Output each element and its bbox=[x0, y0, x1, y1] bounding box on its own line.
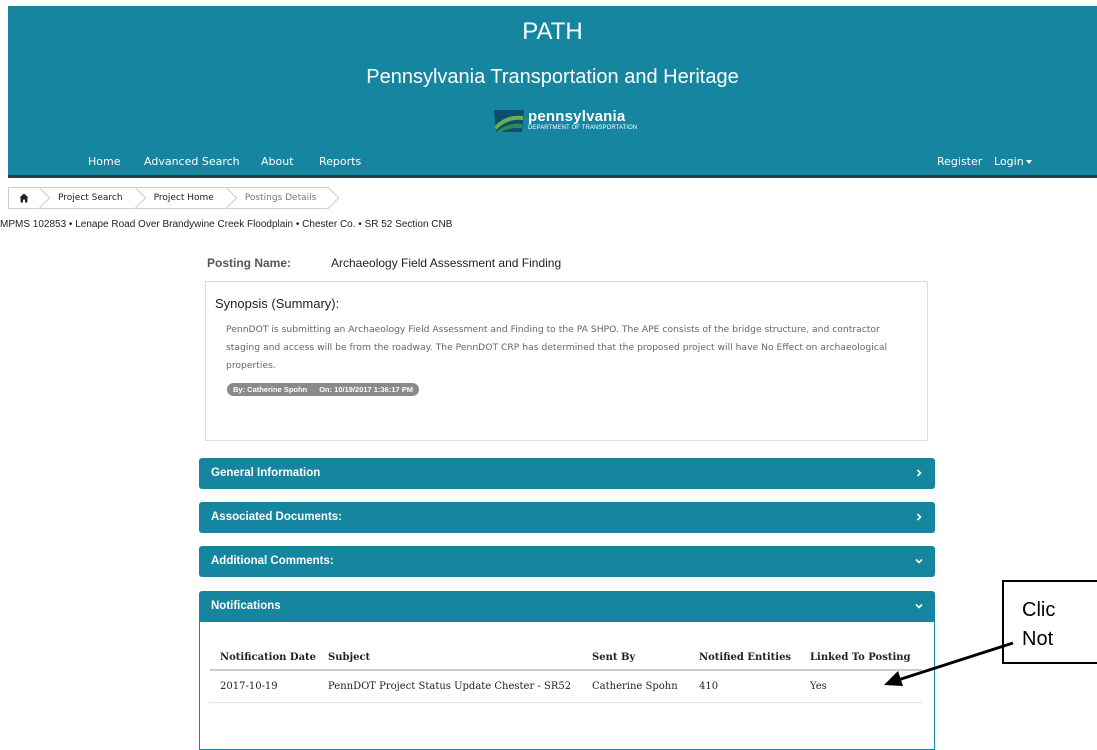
synopsis-text: PennDOT is submitting an Archaeology Fie… bbox=[226, 324, 888, 371]
chevron-down-icon bbox=[915, 558, 923, 564]
table-cell: 2017-10-19 bbox=[210, 670, 318, 703]
nav-about[interactable]: About bbox=[261, 155, 294, 168]
panel-notifications[interactable]: Notifications bbox=[199, 591, 935, 622]
breadcrumb-postings-details: Postings Details bbox=[225, 187, 329, 209]
synopsis-author-badge: By: Catherine Spohn On: 10/19/2017 1:36:… bbox=[227, 383, 419, 396]
table-cell: 410 bbox=[689, 670, 800, 703]
panel-general-information[interactable]: General Information bbox=[199, 458, 935, 489]
synopsis-card: Synopsis (Summary): PennDOT is submittin… bbox=[205, 281, 928, 441]
chevron-down-icon bbox=[915, 603, 923, 609]
notifications-table: Notification Date Subject Sent By Notifi… bbox=[210, 646, 922, 703]
callout-line-2: Not bbox=[1022, 628, 1054, 650]
main-navbar: Home Advanced Search About Reports Regis… bbox=[8, 146, 1097, 178]
breadcrumb: Project Search Project Home Postings Det… bbox=[8, 187, 329, 209]
breadcrumb-project-search[interactable]: Project Search bbox=[39, 187, 135, 209]
nav-register[interactable]: Register bbox=[937, 155, 982, 168]
site-subtitle: Pennsylvania Transportation and Heritage bbox=[366, 66, 739, 88]
nav-advanced-search[interactable]: Advanced Search bbox=[144, 155, 240, 168]
column-header: Notification Date bbox=[210, 646, 318, 671]
synopsis-title: Synopsis (Summary): bbox=[215, 296, 340, 311]
column-header: Notified Entities bbox=[689, 646, 800, 671]
panel-associated-documents[interactable]: Associated Documents: bbox=[199, 502, 935, 533]
project-summary-line: MPMS 102853 • Lenape Road Over Brandywin… bbox=[0, 219, 453, 230]
synopsis-author: By: Catherine Spohn bbox=[233, 385, 308, 394]
callout-line-1: Clic bbox=[1022, 599, 1056, 621]
nav-reports[interactable]: Reports bbox=[319, 155, 361, 168]
keystone-logo-icon bbox=[494, 110, 524, 132]
logo-department: DEPARTMENT OF TRANSPORTATION bbox=[528, 125, 638, 131]
panel-notifications-title: Notifications bbox=[211, 600, 281, 612]
table-row[interactable]: 2017-10-19 PennDOT Project Status Update… bbox=[210, 670, 922, 703]
table-cell[interactable]: PennDOT Project Status Update Chester - … bbox=[318, 670, 582, 703]
posting-name-label: Posting Name: bbox=[207, 256, 292, 270]
breadcrumb-home[interactable] bbox=[8, 187, 39, 209]
site-title: PATH bbox=[522, 18, 583, 45]
panel-additional-comments[interactable]: Additional Comments: bbox=[199, 546, 935, 577]
notifications-body: Notification Date Subject Sent By Notifi… bbox=[199, 622, 935, 750]
home-icon bbox=[19, 193, 29, 203]
chevron-right-icon bbox=[916, 469, 922, 477]
nav-home[interactable]: Home bbox=[88, 155, 120, 168]
breadcrumb-project-home[interactable]: Project Home bbox=[134, 187, 226, 209]
synopsis-date: On: 10/19/2017 1:36:17 PM bbox=[319, 385, 413, 394]
table-header-row: Notification Date Subject Sent By Notifi… bbox=[210, 646, 922, 671]
panel-comments-title: Additional Comments: bbox=[211, 555, 334, 567]
nav-login[interactable]: Login bbox=[994, 155, 1032, 168]
column-header: Subject bbox=[318, 646, 582, 671]
chevron-right-icon bbox=[916, 513, 922, 521]
nav-login-label: Login bbox=[994, 155, 1024, 168]
caret-down-icon bbox=[1025, 160, 1032, 164]
logo-wordmark: pennsylvania bbox=[528, 108, 626, 125]
penndot-logo[interactable]: pennsylvania DEPARTMENT OF TRANSPORTATIO… bbox=[492, 104, 637, 136]
annotation-arrow-icon bbox=[884, 641, 1014, 686]
posting-name-value: Archaeology Field Assessment and Finding bbox=[331, 256, 562, 270]
column-header: Sent By bbox=[582, 646, 689, 671]
table-cell: Catherine Spohn bbox=[582, 670, 689, 703]
panel-documents-title: Associated Documents: bbox=[211, 511, 343, 523]
panel-general-title: General Information bbox=[211, 467, 321, 479]
site-header: PATH Pennsylvania Transportation and Her… bbox=[8, 6, 1097, 146]
